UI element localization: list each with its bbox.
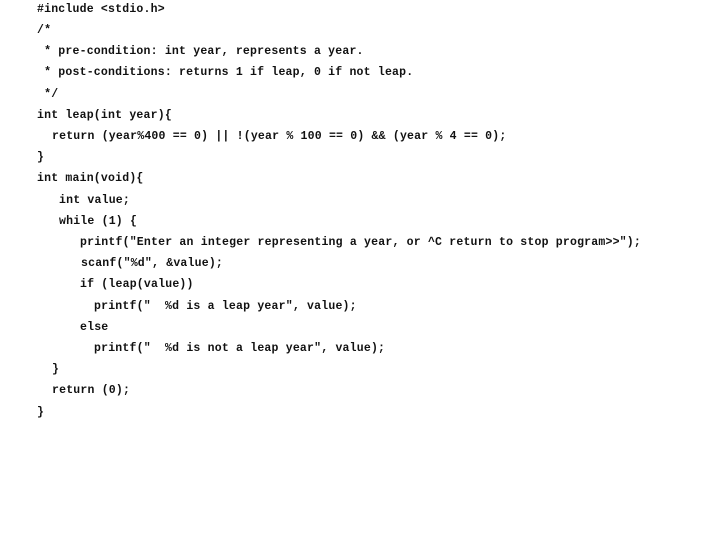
code-line-leap-signature: int leap(int year){	[37, 109, 172, 122]
code-line-leap-return: return (year%400 == 0) || !(year % 100 =…	[52, 130, 507, 143]
code-line-comment-precondition: * pre-condition: int year, represents a …	[37, 45, 364, 58]
code-line-while: while (1) {	[59, 215, 138, 228]
code-line-comment-close: */	[37, 88, 59, 101]
code-line-printf-not-leap: printf(" %d is not a leap year", value);	[94, 342, 386, 355]
code-line-scanf: scanf("%d", &value);	[81, 257, 224, 270]
code-line-comment-open: /*	[37, 24, 52, 37]
code-line-printf-prompt: printf("Enter an integer representing a …	[80, 236, 641, 249]
code-line-comment-postcondition: * post-conditions: returns 1 if leap, 0 …	[37, 66, 414, 79]
code-listing: #include <stdio.h> /* * pre-condition: i…	[0, 0, 720, 540]
code-line-main-return: return (0);	[52, 384, 131, 397]
code-line-while-close: }	[52, 363, 60, 376]
code-line-if: if (leap(value))	[80, 278, 194, 291]
code-line-main-signature: int main(void){	[37, 172, 144, 185]
code-line-include: #include <stdio.h>	[37, 3, 165, 16]
code-line-leap-close: }	[37, 151, 45, 164]
code-line-declare-value: int value;	[59, 194, 131, 207]
code-line-else: else	[80, 321, 109, 334]
code-line-printf-leap: printf(" %d is a leap year", value);	[94, 300, 357, 313]
code-line-main-close: }	[37, 406, 45, 419]
